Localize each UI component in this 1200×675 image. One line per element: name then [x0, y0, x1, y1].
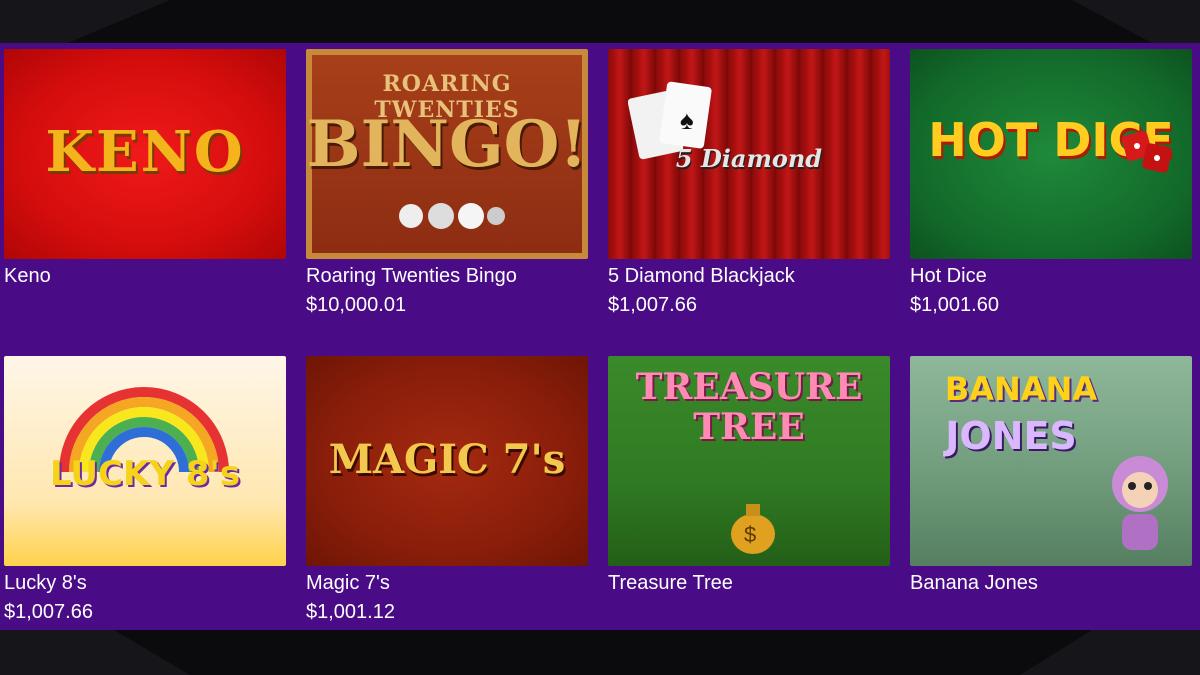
monkey-character-icon [1100, 446, 1180, 556]
banana-jones-logo-top: BANANA [944, 370, 1098, 408]
game-tile-banana-jones[interactable]: BANANA JONES Banana Jones [910, 356, 1192, 595]
jackpot-amount: $1,001.12 [306, 601, 395, 623]
game-tile-roaring-twenties-bingo[interactable]: ROARING TWENTIES BINGO! Roaring Twenties… [306, 49, 588, 317]
banana-jones-thumbnail: BANANA JONES [910, 356, 1192, 566]
game-tile-treasure-tree[interactable]: TREASURE TREE $ Treasure Tree [608, 356, 890, 595]
game-title: Keno [4, 265, 51, 287]
dice-icon [1120, 127, 1176, 177]
game-tile-magic-7s[interactable]: MAGIC 7's Magic 7's $1,001.12 [306, 356, 588, 624]
jackpot-amount: $1,007.66 [4, 601, 93, 623]
money-bag-icon: $ [728, 496, 778, 556]
keno-logo: KENO [45, 119, 245, 185]
game-tile-keno[interactable]: KENO Keno [4, 49, 286, 288]
keno-thumbnail: KENO [4, 49, 286, 259]
jackpot-amount: $10,000.01 [306, 294, 407, 316]
game-title: Magic 7's [306, 572, 390, 594]
magic-7s-logo: MAGIC 7's [328, 436, 566, 483]
game-title: Roaring Twenties Bingo [306, 265, 517, 287]
hot-dice-thumbnail: HOT DICE [910, 49, 1192, 259]
5-diamond-blackjack-thumbnail: ♠ 5 Diamond [608, 49, 890, 259]
jackpot-amount: $1,007.66 [608, 294, 697, 316]
game-tile-5-diamond-blackjack[interactable]: ♠ 5 Diamond 5 Diamond Blackjack $1,007.6… [608, 49, 890, 317]
game-title: Banana Jones [910, 572, 1038, 594]
lucky-8s-logo: LUCKY 8's [49, 454, 241, 494]
5-diamond-logo: 5 Diamond [675, 144, 823, 173]
svg-text:♠: ♠ [680, 105, 694, 135]
game-tile-hot-dice[interactable]: HOT DICE Hot Dice $1,001.60 [910, 49, 1192, 317]
game-title: Lucky 8's [4, 572, 87, 594]
treasure-tree-logo: TREE [693, 406, 805, 448]
lucky-8s-thumbnail: LUCKY 8's [4, 356, 286, 566]
magic-7s-thumbnail: MAGIC 7's [306, 356, 588, 566]
game-title: 5 Diamond Blackjack [608, 265, 795, 287]
jackpot-amount: $1,001.60 [910, 294, 999, 316]
treasure-tree-thumbnail: TREASURE TREE $ [608, 356, 890, 566]
roaring-twenties-bingo-thumbnail: ROARING TWENTIES BINGO! [306, 49, 588, 259]
treasure-tree-logo-top: TREASURE [635, 366, 863, 408]
svg-text:$: $ [744, 522, 756, 547]
game-title: Treasure Tree [608, 572, 733, 594]
game-tile-lucky-8s[interactable]: LUCKY 8's Lucky 8's $1,007.66 [4, 356, 286, 624]
bingo-balls-icon [396, 201, 506, 231]
game-title: Hot Dice [910, 265, 987, 287]
game-grid-panel: KENO Keno ROARING TWENTIES BINGO! Roarin… [0, 43, 1200, 630]
bingo-logo: BINGO! [306, 107, 588, 182]
